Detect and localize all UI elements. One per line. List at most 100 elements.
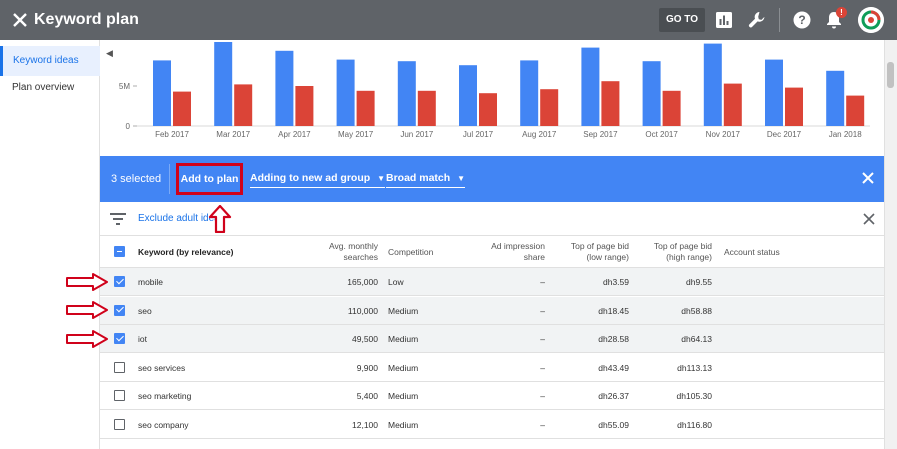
y-tick-label: 5M — [119, 82, 130, 91]
x-tick-label: Feb 2017 — [155, 130, 189, 139]
cell-bid-low: dh43.49 — [598, 362, 629, 373]
cell-keyword[interactable]: seo company — [138, 411, 189, 439]
bar-series-2[interactable] — [723, 83, 742, 126]
cell-keyword[interactable]: seo marketing — [138, 382, 191, 410]
column-header-account-status[interactable]: Account status — [724, 247, 780, 258]
match-type-dropdown[interactable]: Broad match ▼ — [386, 172, 466, 188]
bar-series-2[interactable] — [173, 91, 191, 126]
cell-keyword[interactable]: iot — [138, 325, 147, 353]
bar-series-1[interactable] — [397, 61, 416, 127]
bar-series-1[interactable] — [336, 59, 355, 126]
match-type-dropdown-label: Broad match — [386, 172, 451, 184]
wrench-icon[interactable] — [745, 8, 769, 32]
table-row[interactable]: seo services 9,900 Medium – dh43.49 dh113.13 — [100, 354, 884, 382]
row-checkbox[interactable] — [114, 361, 125, 373]
bar-series-1[interactable] — [459, 65, 477, 126]
row-checkbox[interactable] — [114, 333, 125, 344]
bar-series-2[interactable] — [479, 93, 497, 126]
select-all-checkbox[interactable] — [114, 246, 125, 257]
bar-series-2[interactable] — [234, 84, 253, 126]
x-tick-label: Jan 2018 — [829, 130, 862, 139]
bar-series-1[interactable] — [581, 47, 600, 126]
ad-group-dropdown[interactable]: Adding to new ad group ▼ — [250, 172, 385, 188]
goto-button[interactable]: GO TO — [659, 8, 705, 32]
cell-competition: Medium — [388, 362, 419, 373]
bar-series-1[interactable] — [826, 70, 845, 126]
cell-bid-high: dh9.55 — [686, 277, 712, 287]
cell-bid-high: dh105.30 — [676, 391, 712, 401]
x-tick-label: Mar 2017 — [216, 130, 250, 139]
cell-keyword[interactable]: mobile — [138, 268, 163, 296]
cell-searches: 110,000 — [347, 305, 378, 316]
close-icon[interactable] — [8, 8, 32, 32]
bar-series-1[interactable] — [703, 43, 722, 126]
bar-series-1[interactable] — [153, 60, 171, 126]
cell-bid-low: dh28.58 — [598, 334, 629, 344]
notification-badge: ! — [836, 7, 847, 18]
cell-keyword[interactable]: seo — [138, 297, 152, 325]
table-row[interactable]: seo 110,000 Medium – dh18.45 dh58.88 — [100, 296, 884, 325]
bar-series-2[interactable] — [356, 90, 375, 126]
bar-series-2[interactable] — [295, 86, 314, 126]
table-row[interactable]: seo marketing 5,400 Medium – dh26.37 dh105.30 — [100, 382, 884, 410]
table-row[interactable]: iot 49,500 Medium – dh28.58 dh64.13 — [100, 325, 884, 353]
table-row[interactable]: mobile 165,000 Low – dh3.59 dh9.55 — [100, 268, 884, 296]
close-selection-icon[interactable] — [861, 171, 875, 185]
x-tick-label: May 2017 — [338, 130, 374, 139]
action-bar-divider — [169, 164, 170, 194]
cell-impression: – — [540, 419, 545, 430]
chevron-down-icon: ▼ — [457, 174, 466, 183]
table-header: Keyword (by relevance) Avg. monthly sear… — [100, 236, 884, 268]
sidebar-item-plan-overview[interactable]: Plan overview — [0, 73, 100, 103]
cell-bid-low: dh55.09 — [598, 419, 629, 430]
column-header-bid-low[interactable]: Top of page bid (low range) — [559, 241, 629, 263]
add-to-plan-button[interactable]: Add to plan — [176, 163, 243, 195]
cell-searches: 49,500 — [352, 334, 378, 344]
bar-series-1[interactable] — [520, 60, 539, 126]
sidebar-item-keyword-ideas[interactable]: Keyword ideas — [0, 46, 100, 76]
cell-competition: Medium — [388, 391, 419, 401]
column-header-searches[interactable]: Avg. monthly searches — [318, 241, 378, 263]
column-header-competition[interactable]: Competition — [388, 247, 433, 258]
bar-series-2[interactable] — [601, 81, 620, 126]
bar-series-2[interactable] — [846, 95, 865, 126]
cell-searches: 165,000 — [347, 277, 378, 287]
annotation-right-arrow-icon — [66, 301, 108, 319]
cell-keyword[interactable]: seo services — [138, 354, 185, 382]
bar-series-1[interactable] — [214, 42, 233, 126]
svg-text:?: ? — [798, 13, 805, 27]
bar-series-1[interactable] — [275, 50, 294, 126]
help-icon[interactable]: ? — [790, 8, 814, 32]
reports-icon[interactable] — [712, 8, 736, 32]
column-header-bid-high[interactable]: Top of page bid (high range) — [642, 241, 712, 263]
vertical-scrollbar[interactable] — [884, 40, 897, 449]
account-avatar[interactable] — [858, 7, 884, 33]
bar-series-1[interactable] — [765, 59, 783, 126]
cell-searches: 12,100 — [352, 419, 378, 430]
scrollbar-thumb[interactable] — [887, 62, 894, 88]
cell-searches: 5,400 — [356, 391, 378, 401]
cell-impression: – — [540, 305, 545, 316]
toolbar-divider — [779, 8, 780, 32]
cell-competition: Medium — [388, 419, 419, 430]
bar-series-2[interactable] — [540, 89, 559, 126]
cell-bid-high: dh113.13 — [677, 362, 712, 373]
filter-icon[interactable] — [110, 212, 126, 226]
cell-impression: – — [540, 277, 545, 287]
column-header-keyword[interactable]: Keyword (by relevance) — [138, 247, 233, 258]
bar-series-2[interactable] — [785, 87, 803, 126]
row-checkbox[interactable] — [114, 418, 125, 430]
top-app-bar: Keyword plan GO TO ? ! — [0, 0, 897, 40]
row-checkbox[interactable] — [114, 276, 125, 287]
x-tick-label: Apr 2017 — [278, 130, 311, 139]
bar-series-1[interactable] — [642, 61, 661, 127]
table-row[interactable]: seo company 12,100 Medium – dh55.09 dh116.80 — [100, 411, 884, 439]
bar-series-2[interactable] — [662, 90, 681, 126]
cell-bid-high: dh64.13 — [681, 334, 712, 344]
clear-filter-icon[interactable] — [863, 213, 875, 225]
page-title: Keyword plan — [34, 11, 139, 28]
row-checkbox[interactable] — [114, 390, 125, 401]
row-checkbox[interactable] — [114, 304, 125, 316]
column-header-impression-share[interactable]: Ad impression share — [485, 241, 545, 263]
bar-series-2[interactable] — [417, 90, 436, 126]
